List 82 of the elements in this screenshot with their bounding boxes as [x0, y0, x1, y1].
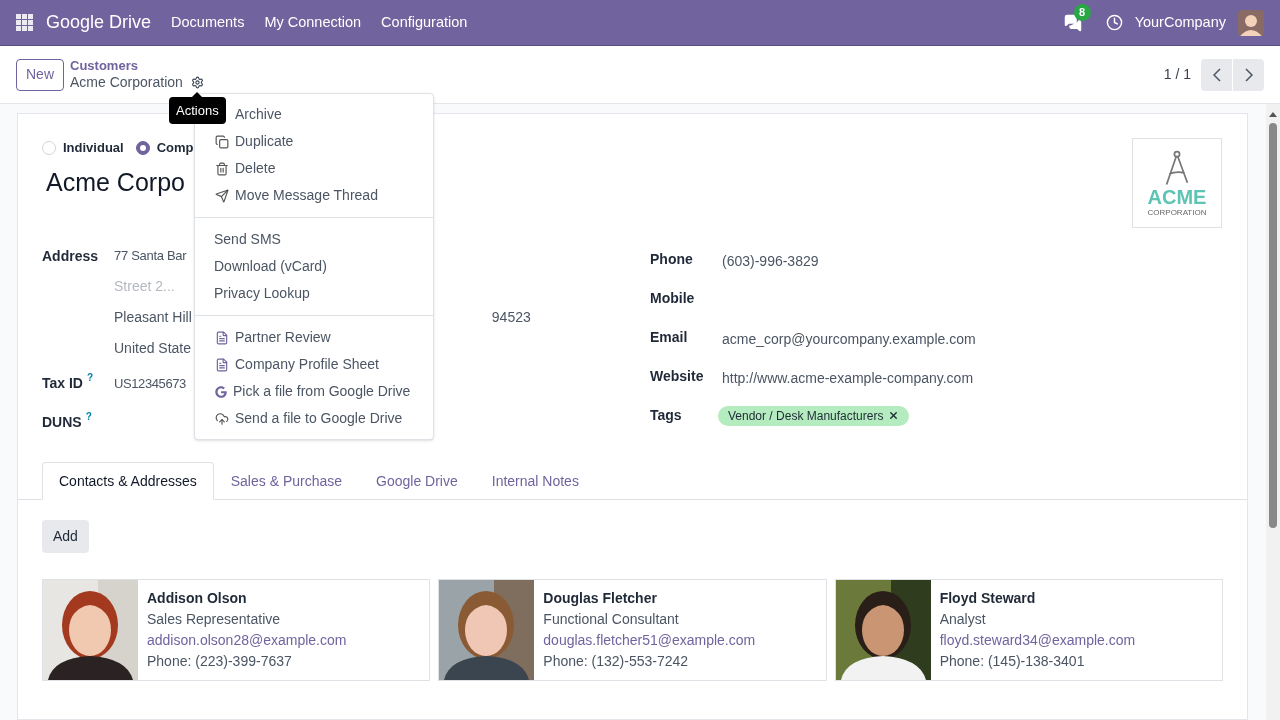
menu-item[interactable]: Partner Review	[195, 324, 433, 351]
notification-badge: 8	[1073, 3, 1091, 21]
trash-icon	[215, 161, 229, 176]
contact-name: Douglas Fletcher	[543, 589, 658, 608]
contact-email[interactable]: floyd.steward34@example.com	[939, 630, 1136, 651]
document-icon	[215, 357, 229, 372]
menu-item[interactable]: Send SMS	[195, 226, 433, 253]
logo-tagline: CORPORATION	[1147, 209, 1207, 217]
apps-menu-icon[interactable]	[16, 13, 34, 32]
navbar-menu-item[interactable]: Configuration	[381, 11, 468, 34]
cloud-upload-icon	[215, 411, 229, 426]
menu-item[interactable]: Duplicate	[195, 128, 433, 155]
field-label: Tags	[650, 406, 683, 425]
menu-item[interactable]: Send a file to Google Drive	[195, 405, 433, 432]
navbar-menu-item[interactable]: My Connection	[264, 11, 362, 34]
field-label: Address	[42, 247, 100, 266]
tag[interactable]: Vendor / Desk Manufacturers	[718, 405, 910, 426]
tab[interactable]: Google Drive	[359, 462, 475, 500]
record-title: Acme Corporation	[70, 73, 183, 92]
field-label: Mobile	[650, 289, 696, 308]
field-label: Email	[650, 328, 689, 347]
logo-name: ACME	[1147, 187, 1207, 207]
tab[interactable]: Contacts & Addresses	[42, 462, 214, 500]
chevron-left-icon	[1212, 67, 1221, 82]
pager-counter: 1 / 1	[1163, 65, 1191, 84]
add-button[interactable]: Add	[42, 520, 89, 553]
contact-card[interactable]: Addison Olson Sales Representative addison.olson28@example.com Phone: (223)-399-7637	[42, 579, 431, 681]
tab[interactable]: Sales & Purchase	[213, 462, 360, 500]
remove-tag-icon[interactable]	[888, 410, 900, 421]
field-value[interactable]: (603)-996-3829	[722, 247, 819, 272]
contact-name: Floyd Steward	[939, 589, 1037, 608]
contact-role: Analyst	[939, 610, 987, 629]
menu-item[interactable]: Download (vCard)	[195, 253, 433, 280]
scrollbar[interactable]	[1266, 104, 1280, 720]
menu-item[interactable]: Move Message Thread	[195, 182, 433, 209]
radio-button[interactable]	[135, 140, 150, 155]
breadcrumb-link[interactable]: Customers	[70, 57, 204, 74]
contact-card[interactable]: Floyd Steward Analyst floyd.steward34@example.com Phone: (145)-138-3401	[834, 579, 1223, 681]
compass-drawing	[1164, 149, 1190, 187]
field-label: Phone	[650, 250, 694, 269]
city-field[interactable]: Pleasant Hill	[114, 307, 192, 328]
radio-label[interactable]: Comp	[156, 138, 194, 158]
settings-icon[interactable]	[190, 76, 204, 90]
paper-plane-icon	[215, 188, 229, 203]
contact-email[interactable]: douglas.fletcher51@example.com	[543, 630, 756, 651]
contact-email[interactable]: addison.olson28@example.com	[147, 630, 347, 651]
field-value[interactable]: US12345673	[114, 373, 186, 394]
field-value[interactable]: http://www.acme-example-company.com	[722, 364, 974, 389]
field-label: Website	[650, 367, 705, 386]
contact-name: Addison Olson	[147, 589, 248, 608]
app-name[interactable]: Google Drive	[46, 9, 152, 36]
document-icon	[215, 330, 229, 345]
tab[interactable]: Internal Notes	[474, 462, 596, 500]
copy-icon	[215, 134, 229, 149]
field-label: Tax ID	[42, 374, 83, 393]
company-name[interactable]: YourCompany	[1134, 11, 1226, 34]
contact-phone: Phone: (223)-399-7637	[147, 652, 293, 671]
user-avatar[interactable]	[1238, 9, 1264, 36]
menu-item[interactable]: Delete	[195, 155, 433, 182]
next-button[interactable]	[1233, 58, 1264, 91]
previous-button[interactable]	[1201, 58, 1232, 91]
menu-item[interactable]: Company Profile Sheet	[195, 351, 433, 378]
field-label: DUNS	[42, 413, 82, 432]
chevron-right-icon	[1244, 67, 1253, 82]
navbar-menu-item[interactable]: Documents	[171, 11, 245, 34]
contact-card[interactable]: Douglas Fletcher Functional Consultant douglas.fletcher51@example.com Phone: (132)-553-7242	[438, 579, 827, 681]
clock-icon[interactable]	[1105, 14, 1123, 31]
company-name-field[interactable]: Acme Corpo	[46, 163, 185, 201]
menu-item[interactable]: Pick a file from Google Drive	[195, 378, 433, 405]
contact-role: Functional Consultant	[543, 610, 680, 629]
field-value[interactable]: acme_corp@yourcompany.example.com	[722, 325, 976, 350]
actions-tooltip: Actions	[169, 92, 226, 124]
new-button[interactable]: New	[16, 58, 64, 91]
zip-field[interactable]: 94523	[491, 307, 531, 328]
google-icon	[215, 385, 227, 398]
contact-phone: Phone: (145)-138-3401	[939, 652, 1086, 671]
contact-phone: Phone: (132)-553-7242	[543, 652, 690, 671]
help-tooltip-mark[interactable]: ?	[87, 373, 94, 383]
radio-label[interactable]: Individual	[63, 138, 124, 158]
contact-role: Sales Representative	[147, 610, 282, 629]
help-tooltip-mark[interactable]: ?	[85, 412, 92, 422]
menu-item[interactable]: Privacy Lookup	[195, 280, 433, 307]
